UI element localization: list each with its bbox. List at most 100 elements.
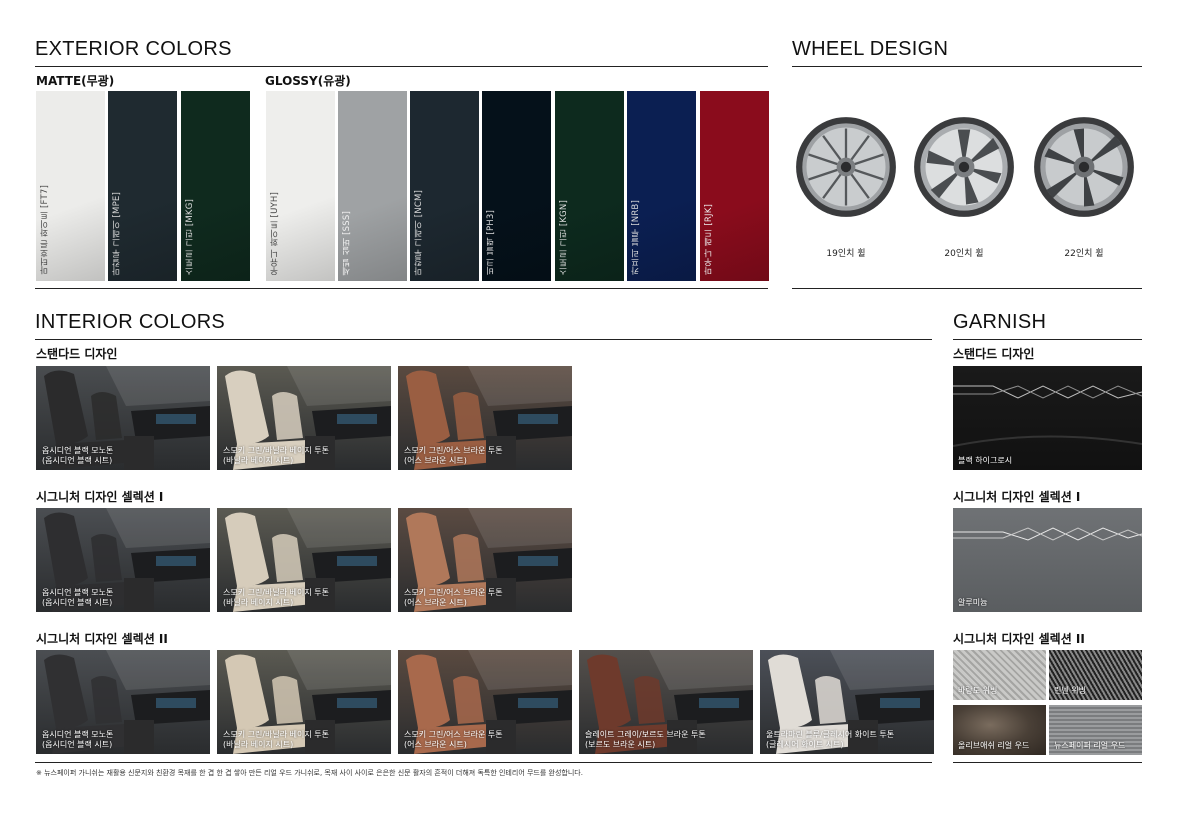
interior-photo-2-3[interactable]: 슬레이트 그레이/보르도 브라운 투톤 (보르도 브라운 시트) [579, 650, 753, 754]
interior-color-name: 옵시디언 블랙 모노톤 [42, 730, 114, 739]
garnish-sel2-label: 시그니처 디자인 셀렉션 II [953, 632, 1085, 646]
interior-photo-caption: 스모키 그린/바닐라 베이지 투톤 (바닐라 베이지 시트) [223, 588, 329, 608]
garnish-title-rule [953, 339, 1142, 340]
interior-seat-name: (옵시디언 블랙 시트) [42, 740, 113, 749]
interior-photo-caption: 슬레이트 그레이/보르도 브라운 투톤 (보르도 브라운 시트) [585, 730, 706, 750]
glossy-swatch-label: 스토르 그린 [KGN] [559, 199, 569, 275]
glossy-swatch-0[interactable]: 우유니 화이트 [UYH] [266, 91, 335, 281]
interior-photo-2-2[interactable]: 스모키 그린/어스 브라운 투톤 (어스 브라운 시트) [398, 650, 572, 754]
wheel-title: WHEEL DESIGN [792, 38, 949, 60]
garnish-sel2-tile-label: 바랑도 위빙 [958, 686, 998, 695]
wheel-20-label: 20인치 휠 [944, 249, 984, 259]
interior-photo-caption: 옵시디언 블랙 모노톤 (옵시디언 블랙 시트) [42, 446, 113, 466]
interior-photo-caption: 스모키 그린/어스 브라운 투톤 (어스 브라운 시트) [404, 446, 503, 466]
garnish-black-highgloss[interactable]: 블랙 하이그로시 [953, 366, 1142, 470]
interior-photo-caption: 옵시디언 블랙 모노톤 (옵시디언 블랙 시트) [42, 730, 113, 750]
interior-color-name: 스모키 그린/어스 브라운 투톤 [404, 446, 503, 455]
interior-seat-name: (글레시어 화이트 시트) [766, 740, 844, 749]
interior-photo-2-0[interactable]: 옵시디언 블랙 모노톤 (옵시디언 블랙 시트) [36, 650, 210, 754]
interior-seat-name: (바닐라 베이지 시트) [223, 598, 294, 607]
glossy-swatch-1[interactable]: 세빌 실버 [SSS] [338, 91, 407, 281]
glossy-swatch-6[interactable]: 마우나 레드 [RJK] [700, 91, 769, 281]
wheel-22-label: 22인치 휠 [1064, 249, 1104, 259]
glossy-swatch-label: 마우나 레드 [RJK] [704, 204, 714, 275]
matte-swatch-label: 마터호른 화이트 [FT7] [40, 185, 50, 275]
interior-color-name: 스모키 그린/바닐라 베이지 투톤 [223, 588, 330, 597]
glossy-swatch-5[interactable]: 카프리 블루 [NRB] [627, 91, 696, 281]
interior-photo-caption: 울트라마린 블루/글레시어 화이트 투톤 (글레시어 화이트 시트) [766, 730, 894, 750]
glossy-swatch-3[interactable]: 비크 블랙 [PH3] [482, 91, 551, 281]
interior-color-name: 옵시디언 블랙 모노톤 [42, 446, 114, 455]
interior-group-standard-label: 스탠다드 디자인 [36, 347, 118, 361]
glossy-swatch-label: 세빌 실버 [SSS] [342, 210, 352, 275]
interior-seat-name: (어스 브라운 시트) [404, 598, 467, 607]
interior-photo-1-2[interactable]: 스모키 그린/어스 브라운 투톤 (어스 브라운 시트) [398, 508, 572, 612]
glossy-swatch-4[interactable]: 스토르 그린 [KGN] [555, 91, 624, 281]
garnish-aluminum-label: 알루미늄 [958, 598, 988, 607]
interior-photo-caption: 스모키 그린/바닐라 베이지 투톤 (바닐라 베이지 시트) [223, 730, 329, 750]
interior-color-name: 스모키 그린/어스 브라운 투톤 [404, 730, 503, 739]
wheel-19-label: 19인치 휠 [826, 249, 866, 259]
interior-group-sel2-label: 시그니처 디자인 셀렉션 II [36, 632, 168, 646]
interior-photo-0-2[interactable]: 스모키 그린/어스 브라운 투톤 (어스 브라운 시트) [398, 366, 572, 470]
interior-color-name: 울트라마린 블루/글레시어 화이트 투톤 [766, 730, 895, 739]
interior-title: INTERIOR COLORS [35, 311, 226, 333]
interior-color-name: 스모키 그린/바닐라 베이지 투톤 [223, 730, 330, 739]
interior-seat-name: (보르도 브라운 시트) [585, 740, 656, 749]
interior-seat-name: (바닐라 베이지 시트) [223, 740, 294, 749]
garnish-standard-label: 스탠다드 디자인 [953, 347, 1035, 361]
glossy-swatch-2[interactable]: 마칼루 그레이 [NCM] [410, 91, 479, 281]
interior-title-rule [35, 339, 932, 340]
interior-color-name: 옵시디언 블랙 모노톤 [42, 588, 114, 597]
glossy-swatch-label: 카프리 블루 [NRB] [631, 199, 641, 275]
garnish-black-highgloss-label: 블랙 하이그로시 [958, 456, 1013, 465]
matte-swatch-label: 마칼루 그레이 [MPE] [112, 191, 122, 275]
interior-color-name: 스모키 그린/어스 브라운 투톤 [404, 588, 503, 597]
matte-swatch-2[interactable]: 스토르 그린 [MKG] [181, 91, 250, 281]
interior-color-name: 슬레이트 그레이/보르도 브라운 투톤 [585, 730, 706, 739]
interior-photo-1-0[interactable]: 옵시디언 블랙 모노톤 (옵시디언 블랙 시트) [36, 508, 210, 612]
footnote: ※ 뉴스페이퍼 가니쉬는 재활용 신문지와 친환경 목재를 한 겹 한 겹 쌓아… [36, 769, 583, 777]
exterior-bottom-rule [35, 288, 768, 289]
interior-photo-1-1[interactable]: 스모키 그린/바닐라 베이지 투톤 (바닐라 베이지 시트) [217, 508, 391, 612]
garnish-sel2-tile-1[interactable]: 린넨 위빙 [1049, 650, 1142, 700]
interior-photo-caption: 스모키 그린/어스 브라운 투톤 (어스 브라운 시트) [404, 730, 503, 750]
interior-photo-caption: 스모키 그린/바닐라 베이지 투톤 (바닐라 베이지 시트) [223, 446, 329, 466]
interior-seat-name: (어스 브라운 시트) [404, 456, 467, 465]
interior-seat-name: (옵시디언 블랙 시트) [42, 456, 113, 465]
wheel-title-rule [792, 66, 1142, 67]
matte-label: MATTE(무광) [36, 74, 115, 88]
garnish-aluminum[interactable]: 알루미늄 [953, 508, 1142, 612]
glossy-label: GLOSSY(유광) [265, 74, 351, 88]
wheel-20-image[interactable] [912, 115, 1016, 219]
interior-group-sel1-label: 시그니처 디자인 셀렉션 I [36, 490, 164, 504]
garnish-sel2-tile-label: 올리브애쉬 리얼 우드 [958, 741, 1030, 750]
interior-seat-name: (옵시디언 블랙 시트) [42, 598, 113, 607]
interior-photo-caption: 스모키 그린/어스 브라운 투톤 (어스 브라운 시트) [404, 588, 503, 608]
glossy-swatch-label: 우유니 화이트 [UYH] [270, 191, 280, 275]
matte-swatch-0[interactable]: 마터호른 화이트 [FT7] [36, 91, 105, 281]
interior-seat-name: (바닐라 베이지 시트) [223, 456, 294, 465]
interior-photo-2-1[interactable]: 스모키 그린/바닐라 베이지 투톤 (바닐라 베이지 시트) [217, 650, 391, 754]
matte-swatch-label: 스토르 그린 [MKG] [185, 198, 195, 275]
interior-photo-2-4[interactable]: 울트라마린 블루/글레시어 화이트 투톤 (글레시어 화이트 시트) [760, 650, 934, 754]
garnish-sel2-tile-label: 뉴스페이퍼 리얼 우드 [1054, 741, 1126, 750]
exterior-title: EXTERIOR COLORS [35, 38, 232, 60]
garnish-sel2-tile-3[interactable]: 뉴스페이퍼 리얼 우드 [1049, 705, 1142, 755]
wheel-19-image[interactable] [794, 115, 898, 219]
wheel-bottom-rule [792, 288, 1142, 289]
interior-photo-caption: 옵시디언 블랙 모노톤 (옵시디언 블랙 시트) [42, 588, 113, 608]
garnish-sel1-label: 시그니처 디자인 셀렉션 I [953, 490, 1081, 504]
interior-photo-0-1[interactable]: 스모키 그린/바닐라 베이지 투톤 (바닐라 베이지 시트) [217, 366, 391, 470]
matte-swatch-1[interactable]: 마칼루 그레이 [MPE] [108, 91, 177, 281]
garnish-bottom-rule [953, 762, 1142, 763]
garnish-sel2-tile-2[interactable]: 올리브애쉬 리얼 우드 [953, 705, 1046, 755]
garnish-sel2-tile-0[interactable]: 바랑도 위빙 [953, 650, 1046, 700]
garnish-sel2-tile-label: 린넨 위빙 [1054, 686, 1086, 695]
interior-color-name: 스모키 그린/바닐라 베이지 투톤 [223, 446, 330, 455]
interior-photo-0-0[interactable]: 옵시디언 블랙 모노톤 (옵시디언 블랙 시트) [36, 366, 210, 470]
exterior-title-rule [35, 66, 768, 67]
wheel-22-image[interactable] [1032, 115, 1136, 219]
glossy-swatch-label: 마칼루 그레이 [NCM] [414, 189, 424, 275]
interior-seat-name: (어스 브라운 시트) [404, 740, 467, 749]
